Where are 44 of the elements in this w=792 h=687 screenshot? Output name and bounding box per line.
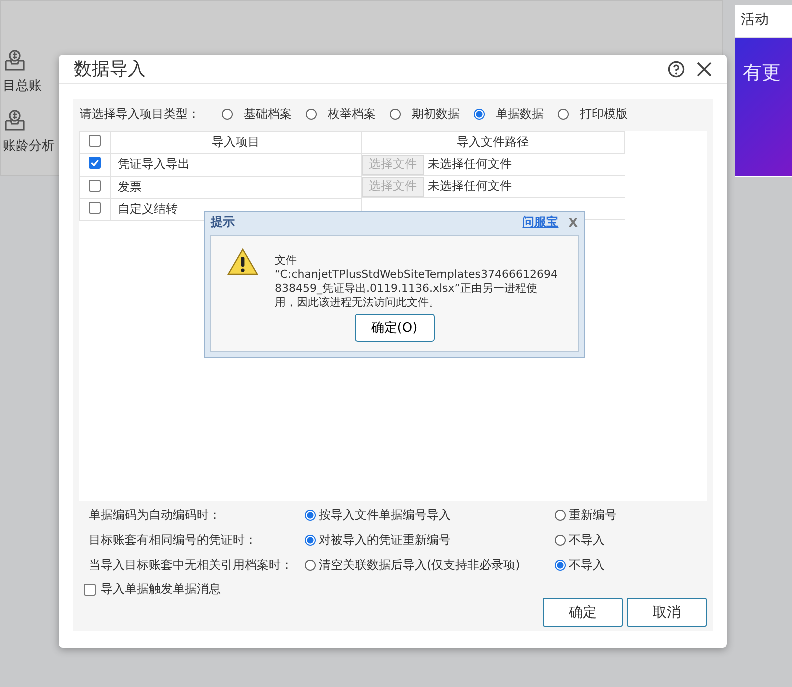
shortcut-label[interactable]: 目总账 bbox=[3, 77, 42, 95]
table-cell: 发票 bbox=[110, 176, 362, 198]
option-label: 单据编码为自动编码时： bbox=[89, 506, 222, 524]
notify-checkbox[interactable]: 导入单据触发单据消息 bbox=[84, 581, 697, 598]
type-radio[interactable]: 枚举档案 bbox=[306, 106, 376, 122]
file-path-text: 未选择任何文件 bbox=[428, 156, 512, 173]
message-line: “C:chanjetTPlusStdWebSiteTemplates37466612694 bbox=[275, 268, 558, 282]
option-radio[interactable]: 重新编号 bbox=[555, 506, 617, 524]
option-radio[interactable]: 对被导入的凭证重新编号 bbox=[305, 532, 555, 548]
dialog-button[interactable]: 确定 bbox=[543, 598, 623, 627]
dialog-button[interactable]: 取消 bbox=[627, 598, 707, 627]
type-prompt: 请选择导入项目类型： bbox=[80, 106, 200, 122]
option-radio[interactable]: 不导入 bbox=[555, 556, 605, 574]
ok-button[interactable]: 确定(O) bbox=[354, 314, 434, 342]
message-line: 文件 bbox=[275, 254, 298, 268]
message-line: 用，因此该进程无法访问此文件。 bbox=[275, 296, 441, 310]
message-line: 838459_凭证导出.0119.1136.xlsx”正由另一进程使 bbox=[275, 282, 538, 296]
money-tray-icon[interactable] bbox=[3, 49, 27, 73]
warning-icon bbox=[227, 248, 259, 276]
column-header: 导入项目 bbox=[110, 132, 362, 154]
type-radio[interactable]: 基础档案 bbox=[222, 106, 292, 122]
row-checkbox[interactable] bbox=[89, 157, 101, 170]
money-tray-icon[interactable] bbox=[3, 109, 27, 133]
close-icon[interactable] bbox=[697, 62, 712, 76]
option-label: 当导入目标账套中无相关引用档案时： bbox=[89, 556, 294, 574]
table-cell: 凭证导入导出 bbox=[110, 154, 362, 176]
promo-banner[interactable]: 有更 bbox=[735, 38, 792, 176]
option-radio[interactable]: 清空关联数据后导入(仅支持非必录项) bbox=[305, 556, 555, 574]
option-radio[interactable]: 不导入 bbox=[555, 532, 605, 548]
option-label: 目标账套有相同编号的凭证时： bbox=[89, 532, 258, 548]
row-checkbox[interactable] bbox=[89, 202, 101, 214]
help-icon[interactable] bbox=[668, 60, 685, 78]
shortcut-label[interactable]: 账龄分析 bbox=[3, 137, 55, 155]
option-radio[interactable]: 按导入文件单据编号导入 bbox=[305, 506, 555, 524]
row-checkbox[interactable] bbox=[89, 180, 101, 192]
type-radio[interactable]: 单据数据 bbox=[474, 106, 544, 122]
help-link[interactable]: 问服宝 bbox=[522, 214, 559, 231]
type-radio[interactable]: 期初数据 bbox=[390, 106, 460, 122]
file-path-text: 未选择任何文件 bbox=[428, 178, 512, 195]
column-header: 导入文件路径 bbox=[362, 132, 624, 154]
close-button[interactable]: X bbox=[568, 216, 578, 230]
select-all-checkbox[interactable] bbox=[89, 135, 101, 147]
type-radio[interactable]: 打印模版 bbox=[558, 106, 628, 122]
dialog-title: 数据导入 bbox=[74, 58, 147, 81]
